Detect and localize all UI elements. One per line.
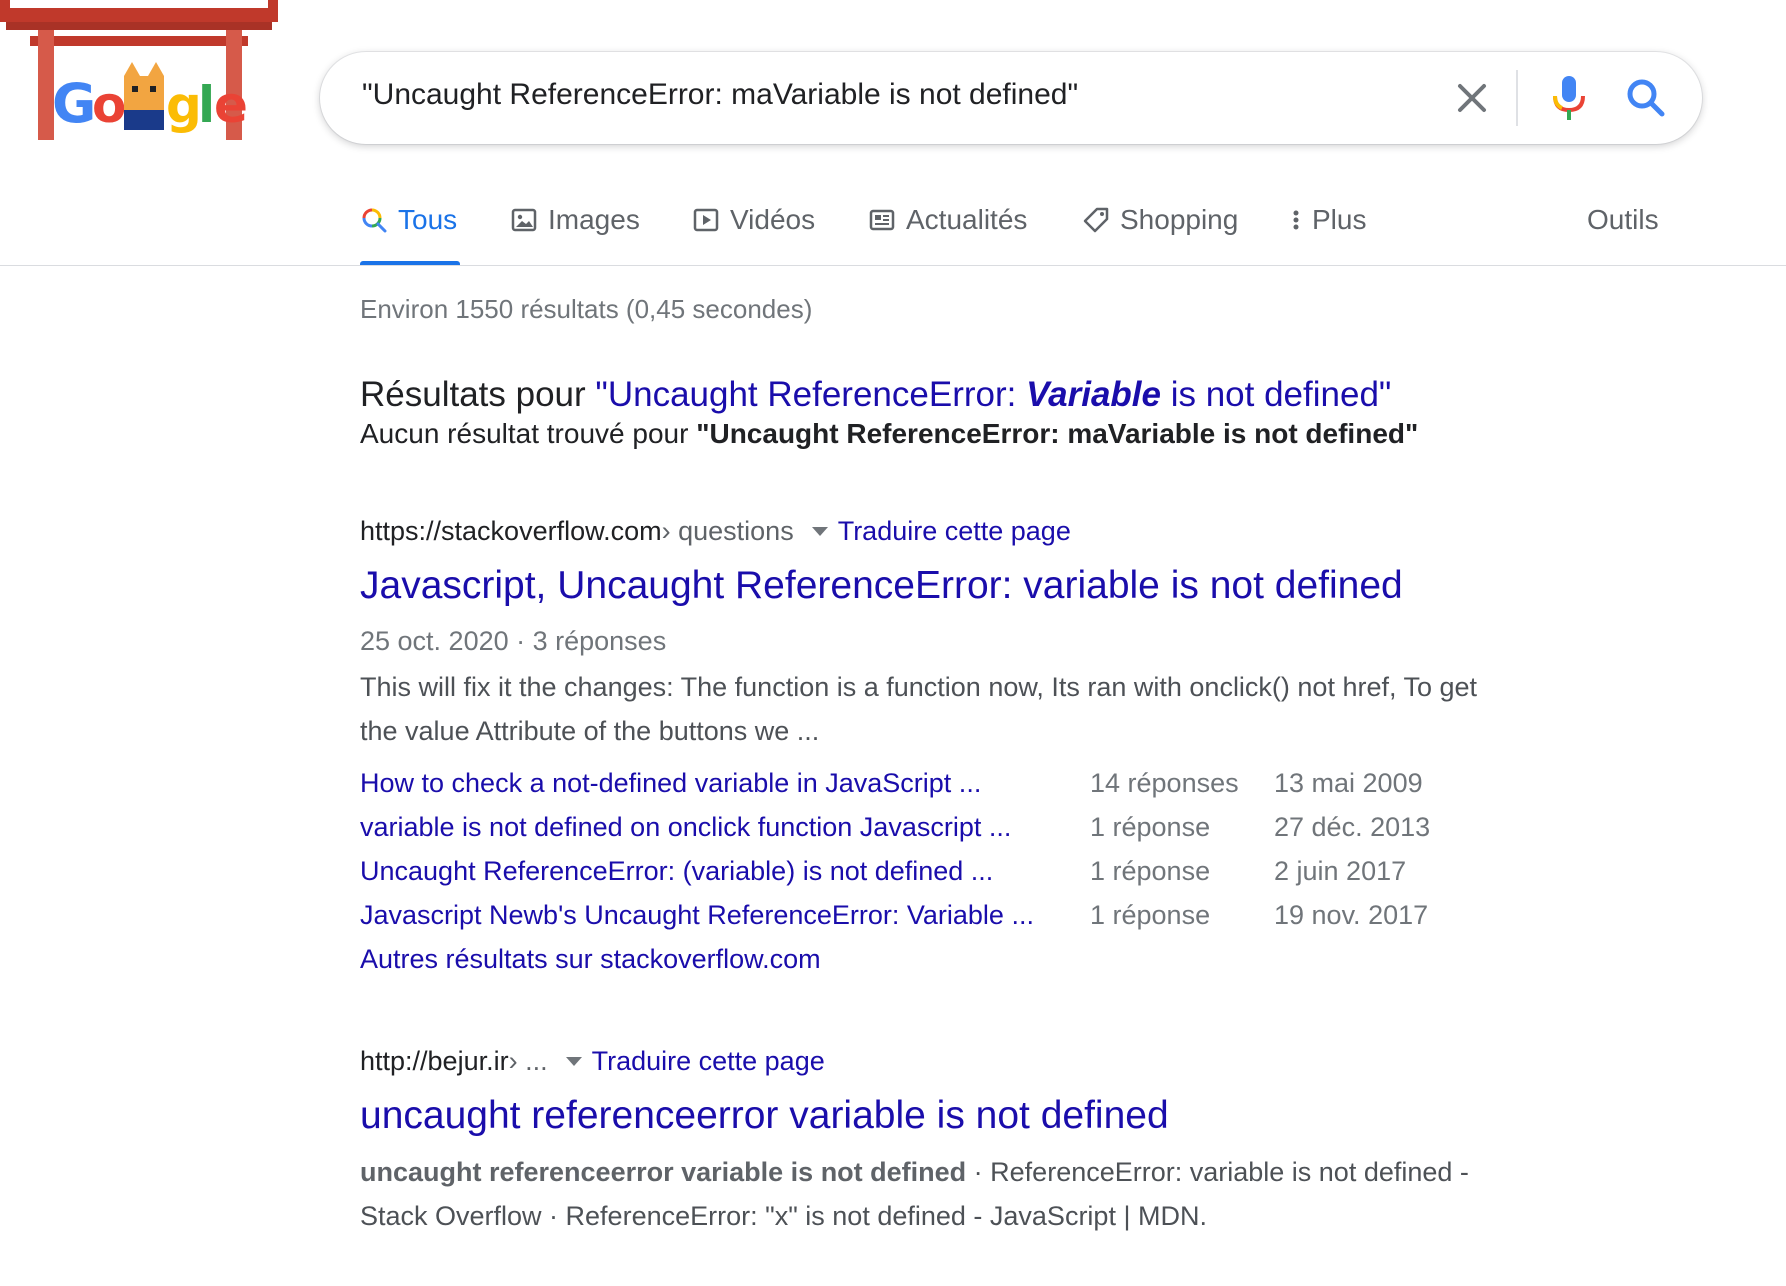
svg-text:G: G: [52, 72, 96, 135]
sublink-date: 2 juin 2017: [1274, 856, 1407, 886]
sublink-answers: 1 réponse: [1090, 900, 1211, 930]
sublink-title[interactable]: Uncaught ReferenceError: (variable) is n…: [360, 856, 993, 887]
svg-text:o: o: [92, 76, 126, 134]
sublink-answers: 1 réponse: [1090, 856, 1211, 886]
tab-label: Images: [548, 204, 640, 235]
news-icon: [869, 209, 895, 231]
result-url-crumb: › questions: [661, 516, 794, 546]
result-meta: 25 oct. 2020 · 3 réponses: [360, 626, 667, 656]
chevron-down-icon[interactable]: [565, 1057, 582, 1066]
tab-label: Tous: [398, 204, 458, 235]
corrected-query-emphasis: Variable: [1026, 375, 1161, 414]
play-icon: [693, 208, 719, 232]
sublink-title[interactable]: variable is not defined on onclick funct…: [360, 812, 1011, 843]
more-results-link[interactable]: Autres résultats sur stackoverflow.com: [360, 944, 821, 975]
sublink-date: 27 déc. 2013: [1274, 812, 1431, 842]
tab-label: Plus: [1312, 204, 1367, 235]
result-title[interactable]: uncaught referenceerror variable is not …: [360, 1094, 1169, 1138]
svg-text:l: l: [198, 76, 215, 134]
spelling-correction: Résultats pour "Uncaught ReferenceError:…: [360, 375, 1391, 415]
sublink-date: 19 nov. 2017: [1274, 900, 1429, 930]
svg-text:g: g: [166, 76, 202, 134]
tab-label: Shopping: [1120, 204, 1239, 235]
corrected-query-part1: "Uncaught ReferenceError:: [595, 375, 1027, 414]
result-url-host[interactable]: https://stackoverflow.com: [360, 516, 662, 547]
sublink-row: Javascript Newb's Uncaught ReferenceErro…: [360, 900, 1560, 934]
sublink-title[interactable]: How to check a not-defined variable in J…: [360, 768, 981, 799]
tab-images[interactable]: Images: [510, 204, 640, 236]
search-input[interactable]: "Uncaught ReferenceError: maVariable is …: [362, 78, 1078, 112]
close-icon: [1458, 84, 1486, 112]
search-icon: [362, 208, 387, 233]
original-query-link[interactable]: "Uncaught ReferenceError: maVariable is …: [696, 418, 1418, 449]
result-snippet-bold: uncaught referenceerror variable is not …: [360, 1157, 967, 1187]
translate-page-link[interactable]: Traduire cette page: [592, 1046, 825, 1077]
sublink-date: 13 mai 2009: [1274, 768, 1423, 798]
result-url: http://bejur.ir › ... Traduire cette pag…: [360, 1046, 825, 1077]
result-url-crumb: › ...: [508, 1046, 548, 1076]
result-snippet: uncaught referenceerror variable is not …: [360, 1150, 1520, 1238]
chevron-down-icon[interactable]: [811, 527, 828, 536]
tab-label: Vidéos: [730, 204, 816, 235]
svg-text:e: e: [214, 76, 248, 134]
tabs-divider: [0, 265, 1786, 266]
tag-icon: [1083, 207, 1109, 233]
result-stats: Environ 1550 résultats (0,45 secondes): [360, 294, 813, 324]
voice-search-button[interactable]: [1544, 72, 1594, 124]
sublink-row: variable is not defined on onclick funct…: [360, 812, 1560, 846]
no-result-notice: Aucun résultat trouvé pour "Uncaught Ref…: [360, 418, 1418, 450]
spelling-prefix: Résultats pour: [360, 375, 596, 414]
microphone-icon: [1553, 76, 1585, 120]
search-submit-button[interactable]: [1622, 74, 1670, 122]
image-icon: [511, 208, 537, 232]
corrected-query-part2: is not defined": [1160, 375, 1392, 414]
sublink-row: How to check a not-defined variable in J…: [360, 768, 1560, 802]
more-vert-icon: [1293, 210, 1299, 230]
tools-label: Outils: [1587, 204, 1659, 235]
corrected-query-link[interactable]: "Uncaught ReferenceError: Variable is no…: [595, 375, 1391, 414]
sublink-row: Uncaught ReferenceError: (variable) is n…: [360, 856, 1560, 890]
translate-page-link[interactable]: Traduire cette page: [838, 516, 1071, 547]
result-url: https://stackoverflow.com › questions Tr…: [360, 516, 1071, 547]
result-url-host[interactable]: http://bejur.ir: [360, 1046, 509, 1077]
search-box-divider: [1516, 70, 1518, 126]
sublink-answers: 1 réponse: [1090, 812, 1211, 842]
tools-button[interactable]: Outils: [1587, 204, 1659, 236]
torii-top-beam: [0, 8, 278, 22]
tab-tous[interactable]: Tous: [360, 204, 457, 236]
google-doodle-logo[interactable]: G o g l e: [0, 0, 280, 150]
search-box[interactable]: "Uncaught ReferenceError: maVariable is …: [320, 52, 1702, 144]
tab-actualites[interactable]: Actualités: [868, 204, 1027, 236]
tab-plus[interactable]: Plus: [1290, 204, 1366, 236]
result-snippet: This will fix it the changes: The functi…: [360, 672, 1478, 746]
sublink-title[interactable]: Javascript Newb's Uncaught ReferenceErro…: [360, 900, 1034, 931]
no-result-prefix: Aucun résultat trouvé pour: [360, 418, 697, 449]
sublink-answers: 14 réponses: [1090, 768, 1239, 798]
result-title[interactable]: Javascript, Uncaught ReferenceError: var…: [360, 564, 1403, 608]
tab-videos[interactable]: Vidéos: [692, 204, 815, 236]
search-icon: [1627, 79, 1665, 117]
clear-search-button[interactable]: [1450, 76, 1494, 120]
tab-label: Actualités: [906, 204, 1028, 235]
tab-shopping[interactable]: Shopping: [1082, 204, 1238, 236]
